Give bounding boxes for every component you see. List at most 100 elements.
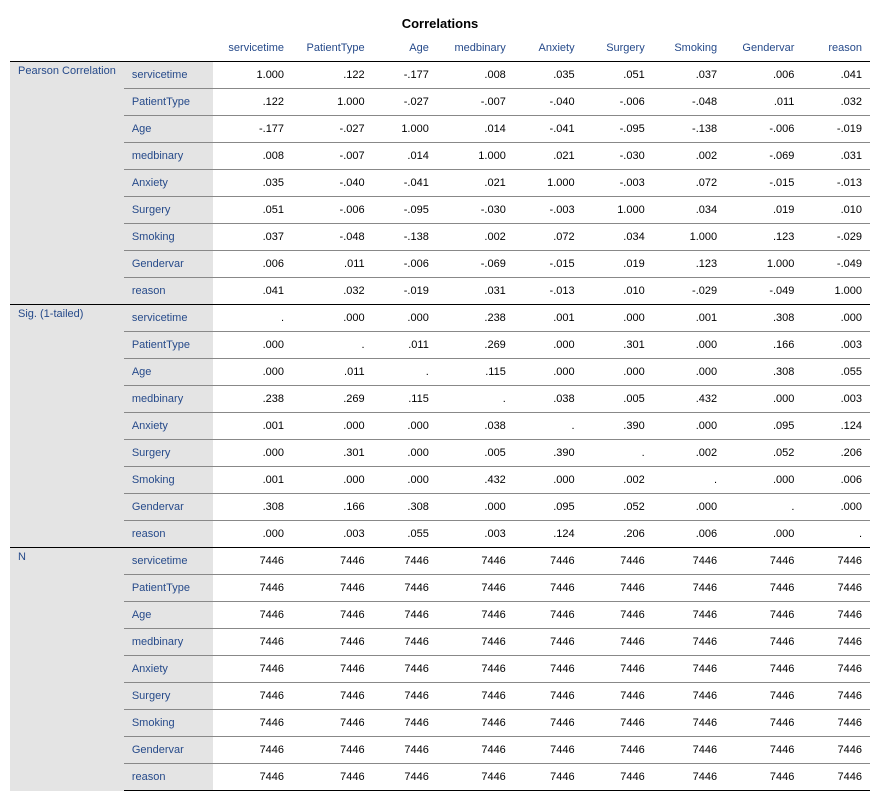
- cell-value: .031: [437, 278, 514, 305]
- cell-value: 7446: [725, 737, 802, 764]
- cell-value: 7446: [373, 602, 437, 629]
- cell-value: .005: [583, 386, 653, 413]
- cell-value: .000: [514, 467, 583, 494]
- cell-value: 7446: [514, 575, 583, 602]
- variable-label: Age: [124, 116, 213, 143]
- cell-value: .021: [437, 170, 514, 197]
- cell-value: 7446: [802, 548, 870, 575]
- cell-value: 7446: [213, 656, 292, 683]
- cell-value: 7446: [583, 548, 653, 575]
- cell-value: .000: [653, 332, 725, 359]
- cell-value: .206: [802, 440, 870, 467]
- cell-value: -.027: [373, 89, 437, 116]
- cell-value: .308: [213, 494, 292, 521]
- cell-value: -.015: [725, 170, 802, 197]
- table-row: Gendervar.006.011-.006-.069-.015.019.123…: [10, 251, 870, 278]
- cell-value: 7446: [802, 656, 870, 683]
- cell-value: 7446: [292, 548, 373, 575]
- table-row: Smoking.001.000.000.432.000.002..000.006: [10, 467, 870, 494]
- cell-value: 7446: [725, 656, 802, 683]
- cell-value: .010: [583, 278, 653, 305]
- cell-value: .124: [514, 521, 583, 548]
- column-header: Anxiety: [514, 35, 583, 62]
- cell-value: 7446: [653, 764, 725, 791]
- cell-value: 1.000: [583, 197, 653, 224]
- table-row: Surgery.051-.006-.095-.030-.0031.000.034…: [10, 197, 870, 224]
- table-row: medbinary.238.269.115..038.005.432.000.0…: [10, 386, 870, 413]
- cell-value: .: [514, 413, 583, 440]
- cell-value: .238: [437, 305, 514, 332]
- cell-value: 1.000: [725, 251, 802, 278]
- cell-value: 7446: [373, 764, 437, 791]
- cell-value: 7446: [653, 737, 725, 764]
- cell-value: .000: [213, 332, 292, 359]
- column-header: medbinary: [437, 35, 514, 62]
- cell-value: .308: [373, 494, 437, 521]
- cell-value: -.138: [653, 116, 725, 143]
- cell-value: -.095: [373, 197, 437, 224]
- cell-value: 7446: [437, 629, 514, 656]
- cell-value: .000: [292, 467, 373, 494]
- cell-value: -.007: [437, 89, 514, 116]
- variable-label: Smoking: [124, 710, 213, 737]
- cell-value: .037: [213, 224, 292, 251]
- cell-value: 1.000: [802, 278, 870, 305]
- cell-value: 7446: [583, 764, 653, 791]
- cell-value: 7446: [802, 683, 870, 710]
- variable-label: medbinary: [124, 629, 213, 656]
- cell-value: 7446: [725, 548, 802, 575]
- table-row: Anxiety744674467446744674467446744674467…: [10, 656, 870, 683]
- cell-value: .051: [213, 197, 292, 224]
- cell-value: -.138: [373, 224, 437, 251]
- cell-value: -.006: [373, 251, 437, 278]
- cell-value: -.019: [373, 278, 437, 305]
- cell-value: 7446: [583, 683, 653, 710]
- cell-value: -.030: [583, 143, 653, 170]
- cell-value: .037: [653, 62, 725, 89]
- cell-value: -.030: [437, 197, 514, 224]
- cell-value: -.006: [583, 89, 653, 116]
- variable-label: PatientType: [124, 89, 213, 116]
- cell-value: 7446: [653, 683, 725, 710]
- cell-value: 7446: [373, 683, 437, 710]
- section-label: Pearson Correlation: [10, 62, 124, 305]
- cell-value: 7446: [292, 656, 373, 683]
- cell-value: 7446: [292, 710, 373, 737]
- column-header: reason: [802, 35, 870, 62]
- cell-value: .011: [373, 332, 437, 359]
- cell-value: .010: [802, 197, 870, 224]
- column-header: Surgery: [583, 35, 653, 62]
- cell-value: .011: [725, 89, 802, 116]
- cell-value: .115: [373, 386, 437, 413]
- cell-value: .000: [725, 386, 802, 413]
- variable-label: Surgery: [124, 683, 213, 710]
- cell-value: 7446: [653, 602, 725, 629]
- cell-value: .: [725, 494, 802, 521]
- cell-value: 7446: [802, 575, 870, 602]
- column-header: PatientType: [292, 35, 373, 62]
- cell-value: .390: [514, 440, 583, 467]
- column-header: servicetime: [213, 35, 292, 62]
- variable-label: reason: [124, 521, 213, 548]
- cell-value: .051: [583, 62, 653, 89]
- cell-value: .: [583, 440, 653, 467]
- cell-value: .002: [653, 440, 725, 467]
- cell-value: .000: [373, 440, 437, 467]
- cell-value: .000: [653, 494, 725, 521]
- cell-value: 1.000: [213, 62, 292, 89]
- cell-value: 7446: [725, 683, 802, 710]
- cell-value: .006: [213, 251, 292, 278]
- cell-value: .032: [292, 278, 373, 305]
- cell-value: .000: [583, 359, 653, 386]
- cell-value: .000: [653, 359, 725, 386]
- section-label: Sig. (1-tailed): [10, 305, 124, 548]
- cell-value: 1.000: [514, 170, 583, 197]
- cell-value: .000: [373, 305, 437, 332]
- cell-value: .095: [725, 413, 802, 440]
- cell-value: 7446: [653, 629, 725, 656]
- table-row: Smoking.037-.048-.138.002.072.0341.000.1…: [10, 224, 870, 251]
- cell-value: .269: [437, 332, 514, 359]
- cell-value: -.006: [292, 197, 373, 224]
- cell-value: .000: [725, 521, 802, 548]
- cell-value: .166: [725, 332, 802, 359]
